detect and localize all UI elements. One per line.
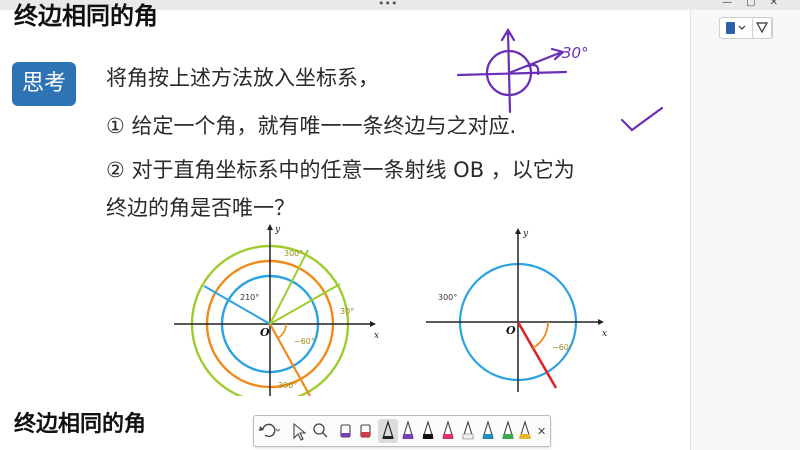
window-controls[interactable]: —▢✕ — [722, 0, 792, 8]
eraser-icon[interactable] — [360, 424, 371, 438]
slide-top-title: 终边相同的角 — [14, 2, 158, 30]
label-neg60: −60° — [294, 337, 315, 346]
arc-neg60 — [277, 323, 287, 339]
arc-neg60-right — [532, 321, 549, 349]
close-icon[interactable]: ✕ — [537, 425, 546, 438]
question-line-4: 终边的角是否唯一？ — [106, 196, 295, 220]
question-line-2-text: ① 给定一个角，就有唯一一条终边与之对应 — [106, 114, 510, 138]
origin-label-right: O — [506, 324, 516, 337]
label-210: 210° — [240, 293, 259, 302]
y-axis-label-right: y — [522, 229, 529, 239]
origin-label: O — [260, 326, 270, 339]
search-icon[interactable] — [313, 423, 328, 438]
figure-right-diagram: O x y 300° −60° — [426, 228, 607, 392]
question-line-3: ② 对于直角坐标系中的任意一条射线 OB ，以它为 — [106, 158, 575, 182]
pen-pink-icon[interactable] — [442, 420, 454, 439]
x-axis-label: x — [374, 331, 379, 341]
highlighter-purple-icon[interactable] — [340, 424, 351, 438]
y-axis-label: y — [274, 225, 281, 235]
label-30: 30° — [340, 307, 354, 316]
right-side-panel — [690, 10, 800, 450]
ray-blue — [203, 285, 271, 325]
pen-red-icon[interactable] — [422, 420, 434, 439]
pen-outline-icon[interactable] — [462, 420, 474, 440]
label-300-top: 300° — [284, 249, 303, 258]
question-line-1: 将角按上述方法放入坐标系， — [106, 66, 379, 90]
more-icon[interactable]: ••• — [378, 0, 397, 10]
label-300-right: 300° — [438, 293, 457, 302]
label-neg60-right: −60° — [552, 343, 573, 352]
pen-toolbar: ✕ — [253, 415, 551, 447]
pen-purple-icon[interactable] — [402, 420, 414, 439]
ray-red — [516, 321, 558, 389]
section-title: 终边相同的角 — [14, 412, 147, 437]
pen-green-icon[interactable] — [502, 420, 514, 439]
figure-left-diagram: O x y 300° 210° 30° −60° 300° — [174, 224, 379, 396]
undo-icon[interactable] — [259, 423, 276, 438]
pen-yellow-icon[interactable] — [519, 420, 531, 439]
pen-blue-icon[interactable] — [482, 420, 494, 439]
filter-icon — [755, 22, 769, 34]
think-badge: 思考 — [12, 62, 76, 106]
document-icon — [726, 22, 735, 34]
chevron-down-icon — [738, 25, 746, 30]
cursor-icon[interactable] — [293, 422, 307, 441]
filter-button[interactable] — [752, 17, 772, 39]
x-axis-label-right: x — [602, 329, 607, 339]
undo-menu-icon[interactable] — [275, 428, 281, 432]
label-300-bottom: 300° — [278, 381, 297, 390]
question-line-2: ① 给定一个角，就有唯一一条终边与之对应. — [106, 114, 517, 138]
